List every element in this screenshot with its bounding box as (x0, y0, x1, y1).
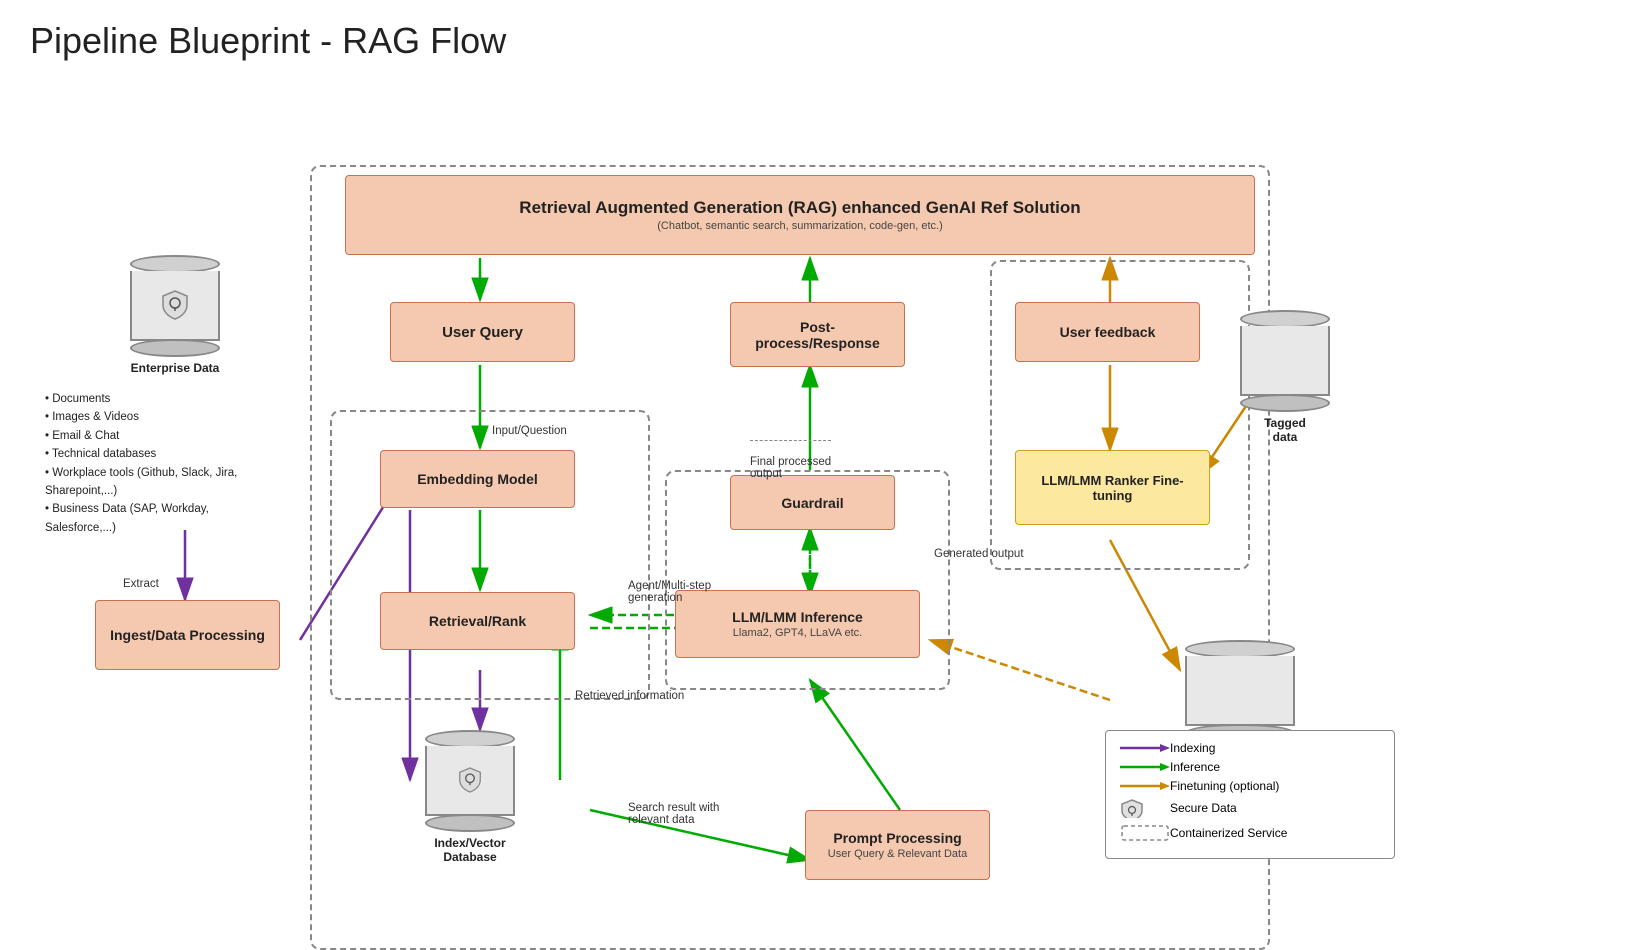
legend-finetuning: Finetuning (optional) (1120, 779, 1380, 793)
tagged-data-cylinder: Tagged data (1240, 310, 1330, 444)
dashed-box-icon (1120, 823, 1170, 843)
post-process-box: Post- process/Response (730, 302, 905, 367)
rag-title-box: Retrieval Augmented Generation (RAG) enh… (345, 175, 1255, 255)
extract-label: Extract (123, 578, 159, 590)
llm-inference-box: LLM/LMM Inference Llama2, GPT4, LLaVA et… (675, 590, 920, 658)
shield-icon (161, 289, 189, 321)
final-processed-label: Final processed output (750, 440, 831, 480)
finetuning-arrow-icon (1120, 779, 1170, 793)
agent-multi-label: Agent/Multi-step generation (628, 568, 711, 604)
inference-arrow-icon (1120, 760, 1170, 774)
embedding-model-box: Embedding Model (380, 450, 575, 508)
search-result-label: Search result with relevant data (628, 790, 719, 826)
llm-ranker-box: LLM/LMM Ranker Fine- tuning (1015, 450, 1210, 525)
containerized-label: Containerized Service (1170, 826, 1287, 840)
index-vector-label: Index/Vector Database (434, 836, 505, 864)
retrieval-rank-box: Retrieval/Rank (380, 592, 575, 650)
enterprise-data-cylinder: Enterprise Data (130, 255, 220, 375)
rag-flow-diagram: Retrieval Augmented Generation (RAG) enh… (30, 80, 1610, 920)
list-item: • Images & Videos (45, 408, 280, 426)
cyl-bottom (425, 814, 515, 832)
legend: Indexing Inference Finetuning (optional) (1105, 730, 1395, 859)
cyl-body (1240, 326, 1330, 396)
cyl-bottom (130, 339, 220, 357)
cyl-bottom (1240, 394, 1330, 412)
indexing-label: Indexing (1170, 741, 1215, 755)
enterprise-label: Enterprise Data (131, 361, 220, 375)
list-item: • Technical databases (45, 445, 280, 463)
legend-containerized: Containerized Service (1120, 823, 1380, 843)
index-vector-cylinder: Index/Vector Database (425, 730, 515, 864)
list-item: • Documents (45, 390, 280, 408)
ingest-box: Ingest/Data Processing (95, 600, 280, 670)
prompt-processing-box: Prompt Processing User Query & Relevant … (805, 810, 990, 880)
list-item: • Workplace tools (Github, Slack, Jira, … (45, 464, 280, 501)
guardrail-box: Guardrail (730, 475, 895, 530)
legend-inference: Inference (1120, 760, 1380, 774)
legend-indexing: Indexing (1120, 741, 1380, 755)
inference-label: Inference (1170, 760, 1220, 774)
retrieved-info-label: Retrieved information (575, 690, 684, 702)
user-feedback-box: User feedback (1015, 302, 1200, 362)
finetuning-label: Finetuning (optional) (1170, 779, 1279, 793)
input-question-label: Input/Question (492, 425, 567, 437)
enterprise-data-list: • Documents • Images & Videos • Email & … (45, 390, 280, 537)
shield-legend-icon (1120, 798, 1170, 818)
cyl-body (1185, 656, 1295, 726)
secure-data-label: Secure Data (1170, 801, 1237, 815)
generated-output-label: Generated output (934, 548, 1024, 560)
list-item: • Business Data (SAP, Workday, Salesforc… (45, 500, 280, 537)
user-query-box: User Query (390, 302, 575, 362)
tagged-label: Tagged data (1264, 416, 1306, 444)
shield-icon-small (458, 766, 482, 794)
cyl-body (130, 271, 220, 341)
list-item: • Email & Chat (45, 427, 280, 445)
legend-secure-data: Secure Data (1120, 798, 1380, 818)
page-title: Pipeline Blueprint - RAG Flow (30, 20, 1618, 62)
indexing-arrow-icon (1120, 741, 1170, 755)
cyl-body (425, 746, 515, 816)
